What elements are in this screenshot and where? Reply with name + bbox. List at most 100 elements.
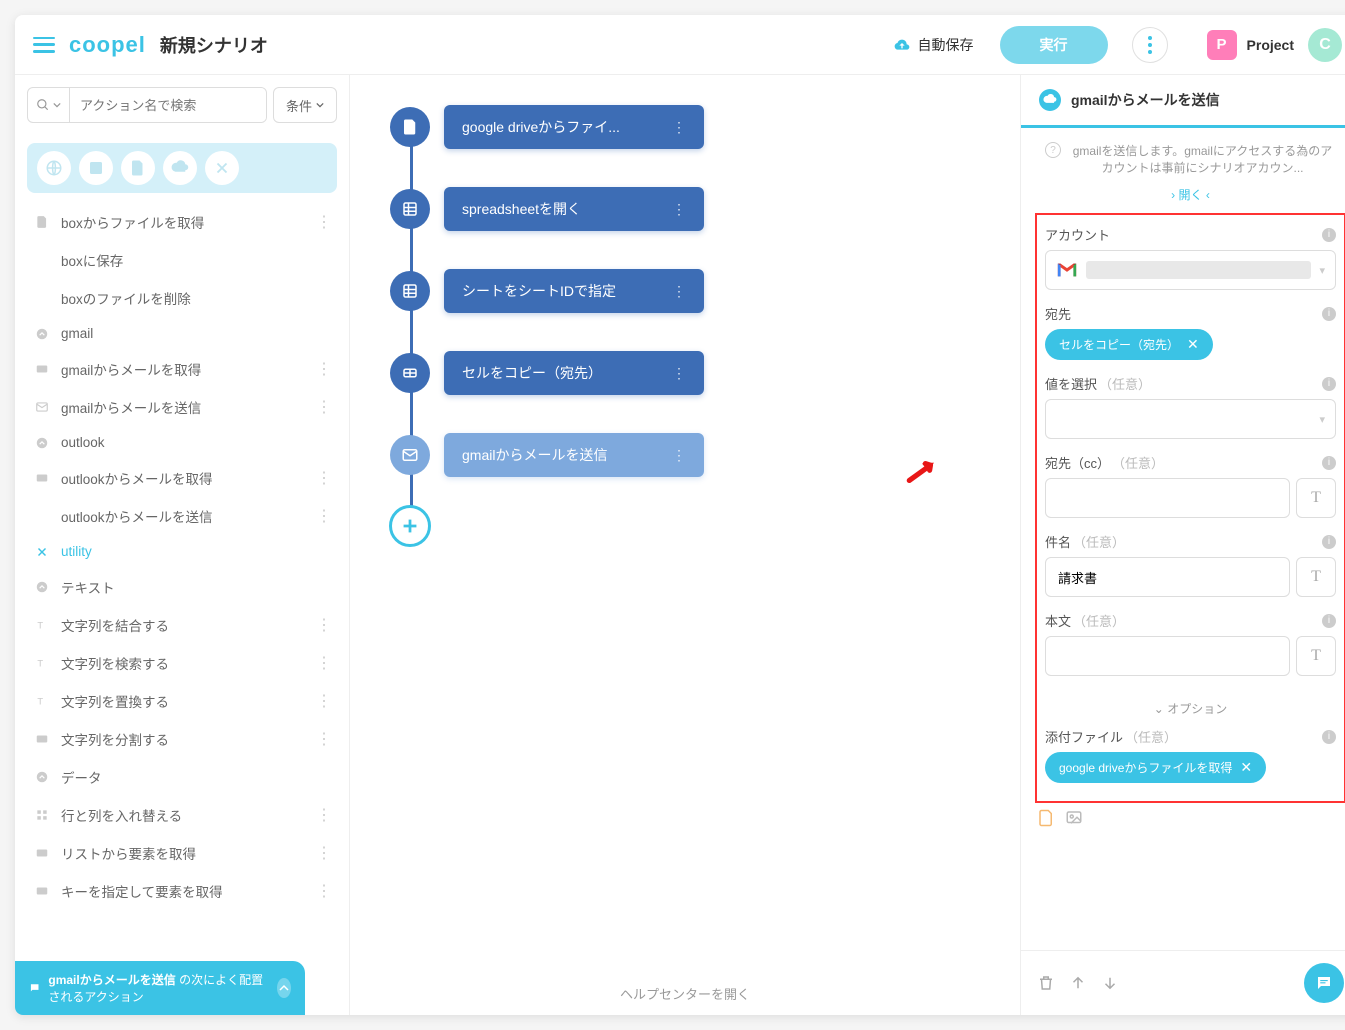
info-icon[interactable]: i (1322, 228, 1336, 242)
sidebar-action-item[interactable]: キーを指定して要素を取得⋮ (15, 872, 349, 910)
item-more-icon[interactable]: ⋮ (316, 691, 331, 711)
expand-description-link[interactable]: › 開く ‹ (1021, 182, 1345, 213)
info-icon[interactable]: i (1322, 614, 1336, 628)
caret-down-icon: ▾ (1319, 413, 1325, 426)
image-icon[interactable] (1065, 809, 1083, 827)
flow-node-box[interactable]: セルをコピー（宛先）⋮ (444, 351, 704, 395)
item-more-icon[interactable]: ⋮ (316, 615, 331, 635)
node-more-icon[interactable]: ⋮ (652, 119, 686, 136)
sidebar-action-item[interactable]: boxからファイルを取得⋮ (15, 203, 349, 241)
account-select[interactable]: ▾ (1045, 250, 1336, 290)
move-up-icon[interactable] (1069, 974, 1087, 992)
sidebar-action-item[interactable]: gmailからメールを送信 ⋮ (15, 388, 349, 426)
search-type-selector[interactable] (28, 88, 70, 122)
node-more-icon[interactable]: ⋮ (652, 365, 686, 382)
body-input[interactable] (1045, 636, 1290, 676)
project-selector[interactable]: P Project (1207, 30, 1294, 60)
value-select[interactable]: ▾ (1045, 399, 1336, 439)
flow-node-box[interactable]: gmailからメールを送信⋮ (444, 433, 704, 477)
sidebar-item-label: gmailからメールを送信 (61, 397, 201, 417)
info-icon[interactable]: i (1322, 535, 1336, 549)
run-button[interactable]: 実行 (1000, 26, 1108, 64)
sidebar-action-item[interactable]: リストから要素を取得 ⋮ (15, 834, 349, 872)
sidebar-category[interactable]: テキスト (15, 568, 349, 606)
sidebar-action-item[interactable]: outlookからメールを取得⋮ (15, 459, 349, 497)
item-more-icon[interactable]: ⋮ (316, 359, 331, 379)
sidebar-action-item[interactable]: outlookからメールを送信⋮ (15, 497, 349, 535)
flow-canvas[interactable]: google driveからファイ...⋮ spreadsheetを開く⋮ シートを… (350, 75, 1020, 1015)
scenario-title[interactable]: 新規シナリオ (160, 32, 268, 58)
sidebar-action-item[interactable]: T文字列を検索する⋮ (15, 644, 349, 682)
node-more-icon[interactable]: ⋮ (652, 283, 686, 300)
cell-icon (390, 353, 430, 393)
sidebar-category[interactable]: データ (15, 758, 349, 796)
sidebar-action-item[interactable]: boxのファイルを削除 (15, 279, 349, 317)
item-more-icon[interactable]: ⋮ (316, 397, 331, 417)
user-avatar[interactable]: C (1308, 28, 1342, 62)
comment-button[interactable] (1304, 963, 1344, 1003)
item-more-icon[interactable]: ⋮ (316, 212, 331, 232)
category-utility-icon[interactable] (205, 151, 239, 185)
item-more-icon[interactable]: ⋮ (316, 881, 331, 901)
filter-button[interactable]: 条件 (273, 87, 337, 123)
info-icon[interactable]: i (1322, 307, 1336, 321)
item-more-icon[interactable]: ⋮ (316, 729, 331, 749)
sidebar-action-item[interactable]: T文字列を結合する⋮ (15, 606, 349, 644)
help-icon[interactable]: ? (1045, 142, 1061, 158)
add-node-button[interactable] (389, 505, 431, 547)
more-vert-icon (1148, 36, 1152, 54)
delete-icon[interactable] (1037, 974, 1055, 992)
node-more-icon[interactable]: ⋮ (652, 447, 686, 464)
category-cloud-icon[interactable] (163, 151, 197, 185)
sidebar-action-item[interactable]: gmailからメールを取得 ⋮ (15, 350, 349, 388)
flow-node-box[interactable]: google driveからファイ...⋮ (444, 105, 704, 149)
sidebar-category[interactable]: utility (15, 535, 349, 568)
category-file-icon[interactable] (121, 151, 155, 185)
help-center-link[interactable]: ヘルプセンターを開く (620, 984, 750, 1003)
flow-node[interactable]: gmailからメールを送信⋮ (380, 433, 990, 477)
info-icon[interactable]: i (1322, 377, 1336, 391)
sidebar-category[interactable]: outlook (15, 426, 349, 459)
chip-remove-icon[interactable]: ✕ (1187, 336, 1199, 353)
options-toggle[interactable]: ⌄ オプション (1045, 690, 1336, 727)
sidebar-action-item[interactable]: 文字列を分割する⋮ (15, 720, 349, 758)
sidebar-item-label: gmailからメールを取得 (61, 359, 201, 379)
flow-node[interactable]: spreadsheetを開く⋮ (380, 187, 990, 231)
sidebar-action-item[interactable]: boxに保存 (15, 241, 349, 279)
text-mode-button[interactable]: T (1296, 636, 1336, 676)
flow-node[interactable]: セルをコピー（宛先）⋮ (380, 351, 990, 395)
text-mode-button[interactable]: T (1296, 478, 1336, 518)
item-more-icon[interactable]: ⋮ (316, 468, 331, 488)
flow-node[interactable]: シートをシートIDで指定⋮ (380, 269, 990, 313)
sidebar-action-item[interactable]: 行と列を入れ替える⋮ (15, 796, 349, 834)
text-mode-button[interactable]: T (1296, 557, 1336, 597)
flow-node-box[interactable]: spreadsheetを開く⋮ (444, 187, 704, 231)
tip-bar[interactable]: gmailからメールを送信 の次によく配置されるアクション (15, 961, 305, 1015)
info-icon[interactable]: i (1322, 730, 1336, 744)
chip-remove-icon[interactable]: ✕ (1240, 759, 1252, 776)
sidebar-action-item[interactable]: T文字列を置換する⋮ (15, 682, 349, 720)
move-down-icon[interactable] (1101, 974, 1119, 992)
sidebar-item-label: リストから要素を取得 (61, 843, 196, 863)
menu-button[interactable] (33, 37, 55, 53)
autosave-indicator: 自動保存 (892, 35, 974, 55)
flow-node[interactable]: google driveからファイ...⋮ (380, 105, 990, 149)
flow-node-box[interactable]: シートをシートIDで指定⋮ (444, 269, 704, 313)
category-app-icon[interactable] (79, 151, 113, 185)
item-more-icon[interactable]: ⋮ (316, 843, 331, 863)
file-icon[interactable] (1037, 809, 1055, 827)
cc-input[interactable] (1045, 478, 1290, 518)
item-more-icon[interactable]: ⋮ (316, 506, 331, 526)
chevron-icon (33, 327, 51, 341)
category-web-icon[interactable] (37, 151, 71, 185)
info-icon[interactable]: i (1322, 456, 1336, 470)
to-chip[interactable]: セルをコピー（宛先） ✕ (1045, 329, 1213, 360)
item-more-icon[interactable]: ⋮ (316, 653, 331, 673)
sidebar-category[interactable]: gmail (15, 317, 349, 350)
subject-input[interactable] (1045, 557, 1290, 597)
item-more-icon[interactable]: ⋮ (316, 805, 331, 825)
attachment-chip[interactable]: google driveからファイルを取得 ✕ (1045, 752, 1266, 783)
node-more-icon[interactable]: ⋮ (652, 201, 686, 218)
header-more-button[interactable] (1132, 27, 1168, 63)
search-input[interactable] (70, 88, 266, 122)
